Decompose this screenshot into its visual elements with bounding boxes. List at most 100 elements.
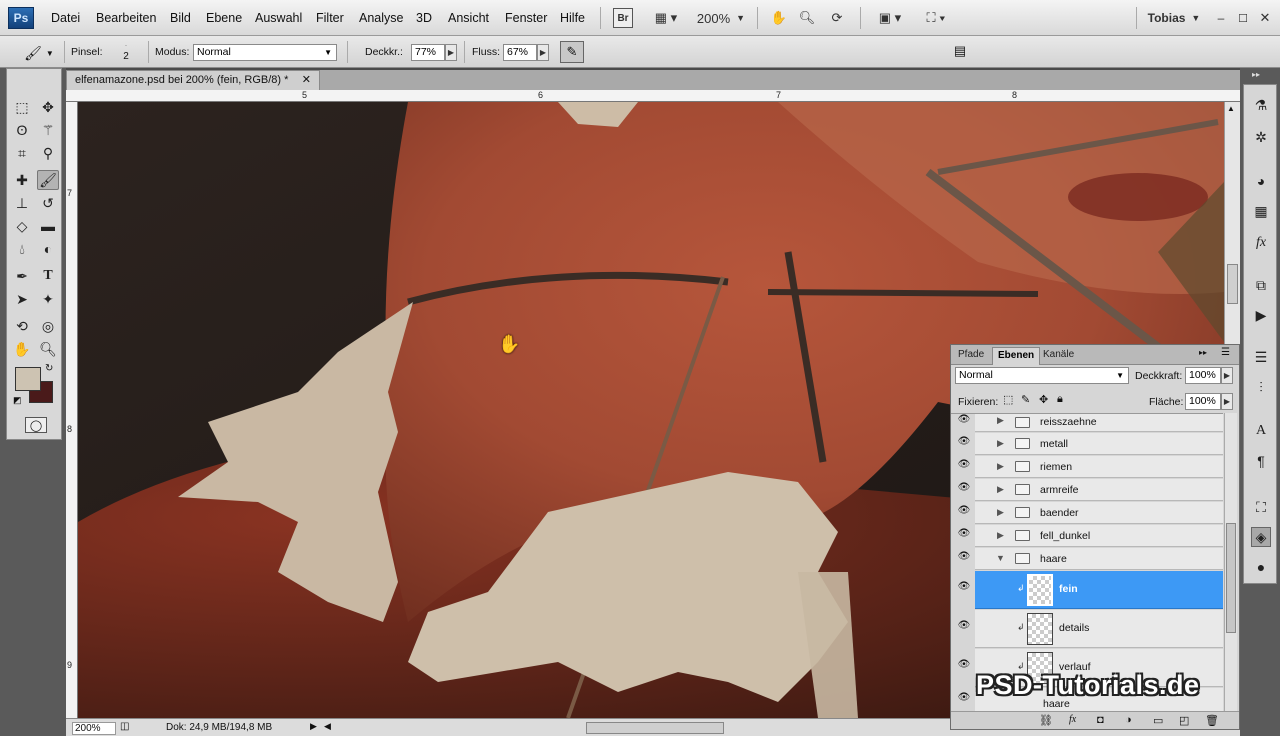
- close-button[interactable]: ✕: [1258, 8, 1272, 28]
- menu-hilfe[interactable]: Hilfe: [560, 11, 585, 25]
- layer-row-baender[interactable]: 👁︎ ▶ baender: [951, 502, 1223, 524]
- visibility-eye-icon[interactable]: 👁︎: [955, 551, 973, 569]
- visibility-eye-icon[interactable]: 👁︎: [955, 581, 973, 599]
- adjustments-panel-button[interactable]: ⧉: [1251, 275, 1271, 295]
- color-panel-button[interactable]: ◕: [1251, 171, 1271, 191]
- 3d-orbit-tool[interactable]: ◎: [37, 316, 59, 336]
- layer-row-reisszaehne[interactable]: 👁︎ ▶ reisszaehne: [951, 414, 1223, 432]
- close-tab-icon[interactable]: ✕: [302, 71, 311, 89]
- menu-ebene[interactable]: Ebene: [206, 11, 242, 25]
- magic-wand-tool[interactable]: ⚚: [37, 120, 59, 140]
- blur-tool[interactable]: 💧︎: [11, 239, 33, 259]
- history-brush-tool[interactable]: ↺: [37, 193, 59, 213]
- swap-colors-icon[interactable]: ↻: [45, 363, 53, 374]
- clone-stamp-tool[interactable]: ⊥: [11, 193, 33, 213]
- collapse-panel-icon[interactable]: ▸▸: [1199, 348, 1207, 357]
- menu-3d[interactable]: 3D: [416, 11, 432, 25]
- visibility-eye-icon[interactable]: 👁︎: [955, 505, 973, 523]
- tool-preset-picker[interactable]: 🖌︎ ▼: [20, 42, 58, 64]
- hand-tool[interactable]: ✋: [11, 339, 33, 359]
- expand-panels-icon[interactable]: ▸▸: [1252, 70, 1260, 79]
- visibility-eye-icon[interactable]: 👁︎: [955, 692, 973, 710]
- scroll-up-icon[interactable]: ▲: [1227, 104, 1235, 113]
- brush-tool[interactable]: 🖌︎: [37, 170, 59, 190]
- new-group-icon[interactable]: ▭: [1153, 714, 1163, 727]
- new-layer-icon[interactable]: ◰: [1179, 714, 1189, 727]
- minimize-button[interactable]: –: [1214, 8, 1228, 28]
- fill-field[interactable]: 100%: [1185, 393, 1221, 410]
- layer-row-details[interactable]: 👁︎ ↲ details: [951, 610, 1223, 648]
- character-panel-button[interactable]: A: [1251, 421, 1271, 441]
- scroll-left-icon[interactable]: ◀: [324, 721, 331, 732]
- layers-scroll-thumb[interactable]: [1226, 523, 1236, 633]
- default-colors-icon[interactable]: ◩: [13, 395, 22, 406]
- screen-mode-button[interactable]: ⛶ ▾: [918, 8, 954, 28]
- visibility-eye-icon[interactable]: 👁︎: [955, 482, 973, 500]
- visibility-eye-icon[interactable]: 👁︎: [955, 414, 973, 432]
- styles-panel-button[interactable]: fx: [1251, 233, 1271, 253]
- healing-brush-tool[interactable]: ✚: [11, 170, 33, 190]
- layer-row-riemen[interactable]: 👁︎ ▶ riemen: [951, 456, 1223, 478]
- link-layers-icon[interactable]: ⛓: [1039, 714, 1053, 727]
- eraser-tool[interactable]: ◇: [11, 216, 33, 236]
- lock-all-icon[interactable]: 🔒︎: [1057, 393, 1063, 406]
- visibility-eye-icon[interactable]: 👁︎: [955, 528, 973, 546]
- path-selection-tool[interactable]: ➤: [11, 289, 33, 309]
- status-menu-icon[interactable]: ▶: [310, 721, 317, 732]
- opacity-field[interactable]: 77%: [411, 44, 445, 61]
- history-panel-button[interactable]: ⚗: [1251, 95, 1271, 115]
- flow-slider-button[interactable]: ▶: [537, 44, 549, 61]
- channels-panel-button[interactable]: ●: [1251, 557, 1271, 577]
- layer-row-armreife[interactable]: 👁︎ ▶ armreife: [951, 479, 1223, 501]
- lasso-tool[interactable]: ʘ: [11, 120, 33, 140]
- zoom-tool-button[interactable]: 🔍︎: [797, 8, 817, 28]
- zoom-field[interactable]: 200%: [72, 722, 116, 735]
- swatches-panel-button[interactable]: ▦: [1251, 201, 1271, 221]
- paragraph-panel-button[interactable]: ¶: [1251, 451, 1271, 471]
- 3d-rotate-tool[interactable]: ⟲: [11, 316, 33, 336]
- dodge-tool[interactable]: ◐: [37, 239, 59, 259]
- document-tab[interactable]: elfenamazone.psd bei 200% (fein, RGB/8) …: [66, 70, 320, 90]
- hand-tool-button[interactable]: ✋: [769, 8, 789, 28]
- actions-panel-button[interactable]: ▶: [1251, 305, 1271, 325]
- crop-tool[interactable]: ⌗: [11, 143, 33, 163]
- expand-arrow-icon[interactable]: ▶: [997, 507, 1004, 518]
- view-extras-button[interactable]: ▦ ▾: [648, 8, 684, 28]
- paragraph-style-button[interactable]: ⫶: [1251, 377, 1271, 397]
- adjustment-layer-icon[interactable]: ◑: [1125, 714, 1132, 726]
- mode-select[interactable]: Normal ▼: [193, 44, 337, 61]
- menu-analyse[interactable]: Analyse: [359, 11, 403, 25]
- menu-bearbeiten[interactable]: Bearbeiten: [96, 11, 156, 25]
- paths-panel-button[interactable]: ⛶: [1251, 497, 1271, 517]
- pen-tool[interactable]: ✒: [11, 266, 33, 286]
- maximize-button[interactable]: ☐: [1236, 8, 1250, 28]
- foreground-color-swatch[interactable]: [15, 367, 41, 391]
- visibility-eye-icon[interactable]: 👁︎: [955, 436, 973, 454]
- eyedropper-tool[interactable]: ⚲: [37, 143, 59, 163]
- airbrush-toggle[interactable]: ✎: [560, 41, 584, 63]
- status-info-icon[interactable]: ◫: [120, 721, 129, 732]
- visibility-eye-icon[interactable]: 👁︎: [955, 620, 973, 638]
- layers-panel-button[interactable]: ◈: [1251, 527, 1271, 547]
- shape-tool[interactable]: ✦: [37, 289, 59, 309]
- expand-arrow-icon[interactable]: ▶: [997, 438, 1004, 449]
- trash-icon[interactable]: 🗑︎: [1205, 714, 1219, 727]
- type-tool[interactable]: T: [37, 266, 59, 286]
- layer-row-fein[interactable]: 👁︎ ↲ fein: [951, 571, 1223, 609]
- gradient-tool[interactable]: ▬: [37, 216, 59, 236]
- menu-bild[interactable]: Bild: [170, 11, 191, 25]
- fx-icon[interactable]: fx: [1069, 714, 1076, 725]
- collapse-arrow-icon[interactable]: ▼: [996, 553, 1005, 563]
- bridge-button[interactable]: Br: [613, 8, 633, 28]
- quick-mask-button[interactable]: ◯: [25, 417, 47, 433]
- lock-transparency-icon[interactable]: ⬚: [1003, 393, 1013, 406]
- arrange-documents-button[interactable]: ▣ ▾: [872, 8, 908, 28]
- fill-slider[interactable]: ▶: [1221, 393, 1233, 410]
- flow-field[interactable]: 67%: [503, 44, 537, 61]
- menu-datei[interactable]: Datei: [51, 11, 80, 25]
- photoshop-logo[interactable]: Ps: [8, 7, 34, 29]
- workspace-switcher[interactable]: Tobias ▼: [1146, 8, 1202, 28]
- move-tool[interactable]: ✥: [37, 97, 59, 117]
- expand-arrow-icon[interactable]: ▶: [997, 484, 1004, 495]
- layer-opacity-field[interactable]: 100%: [1185, 367, 1221, 384]
